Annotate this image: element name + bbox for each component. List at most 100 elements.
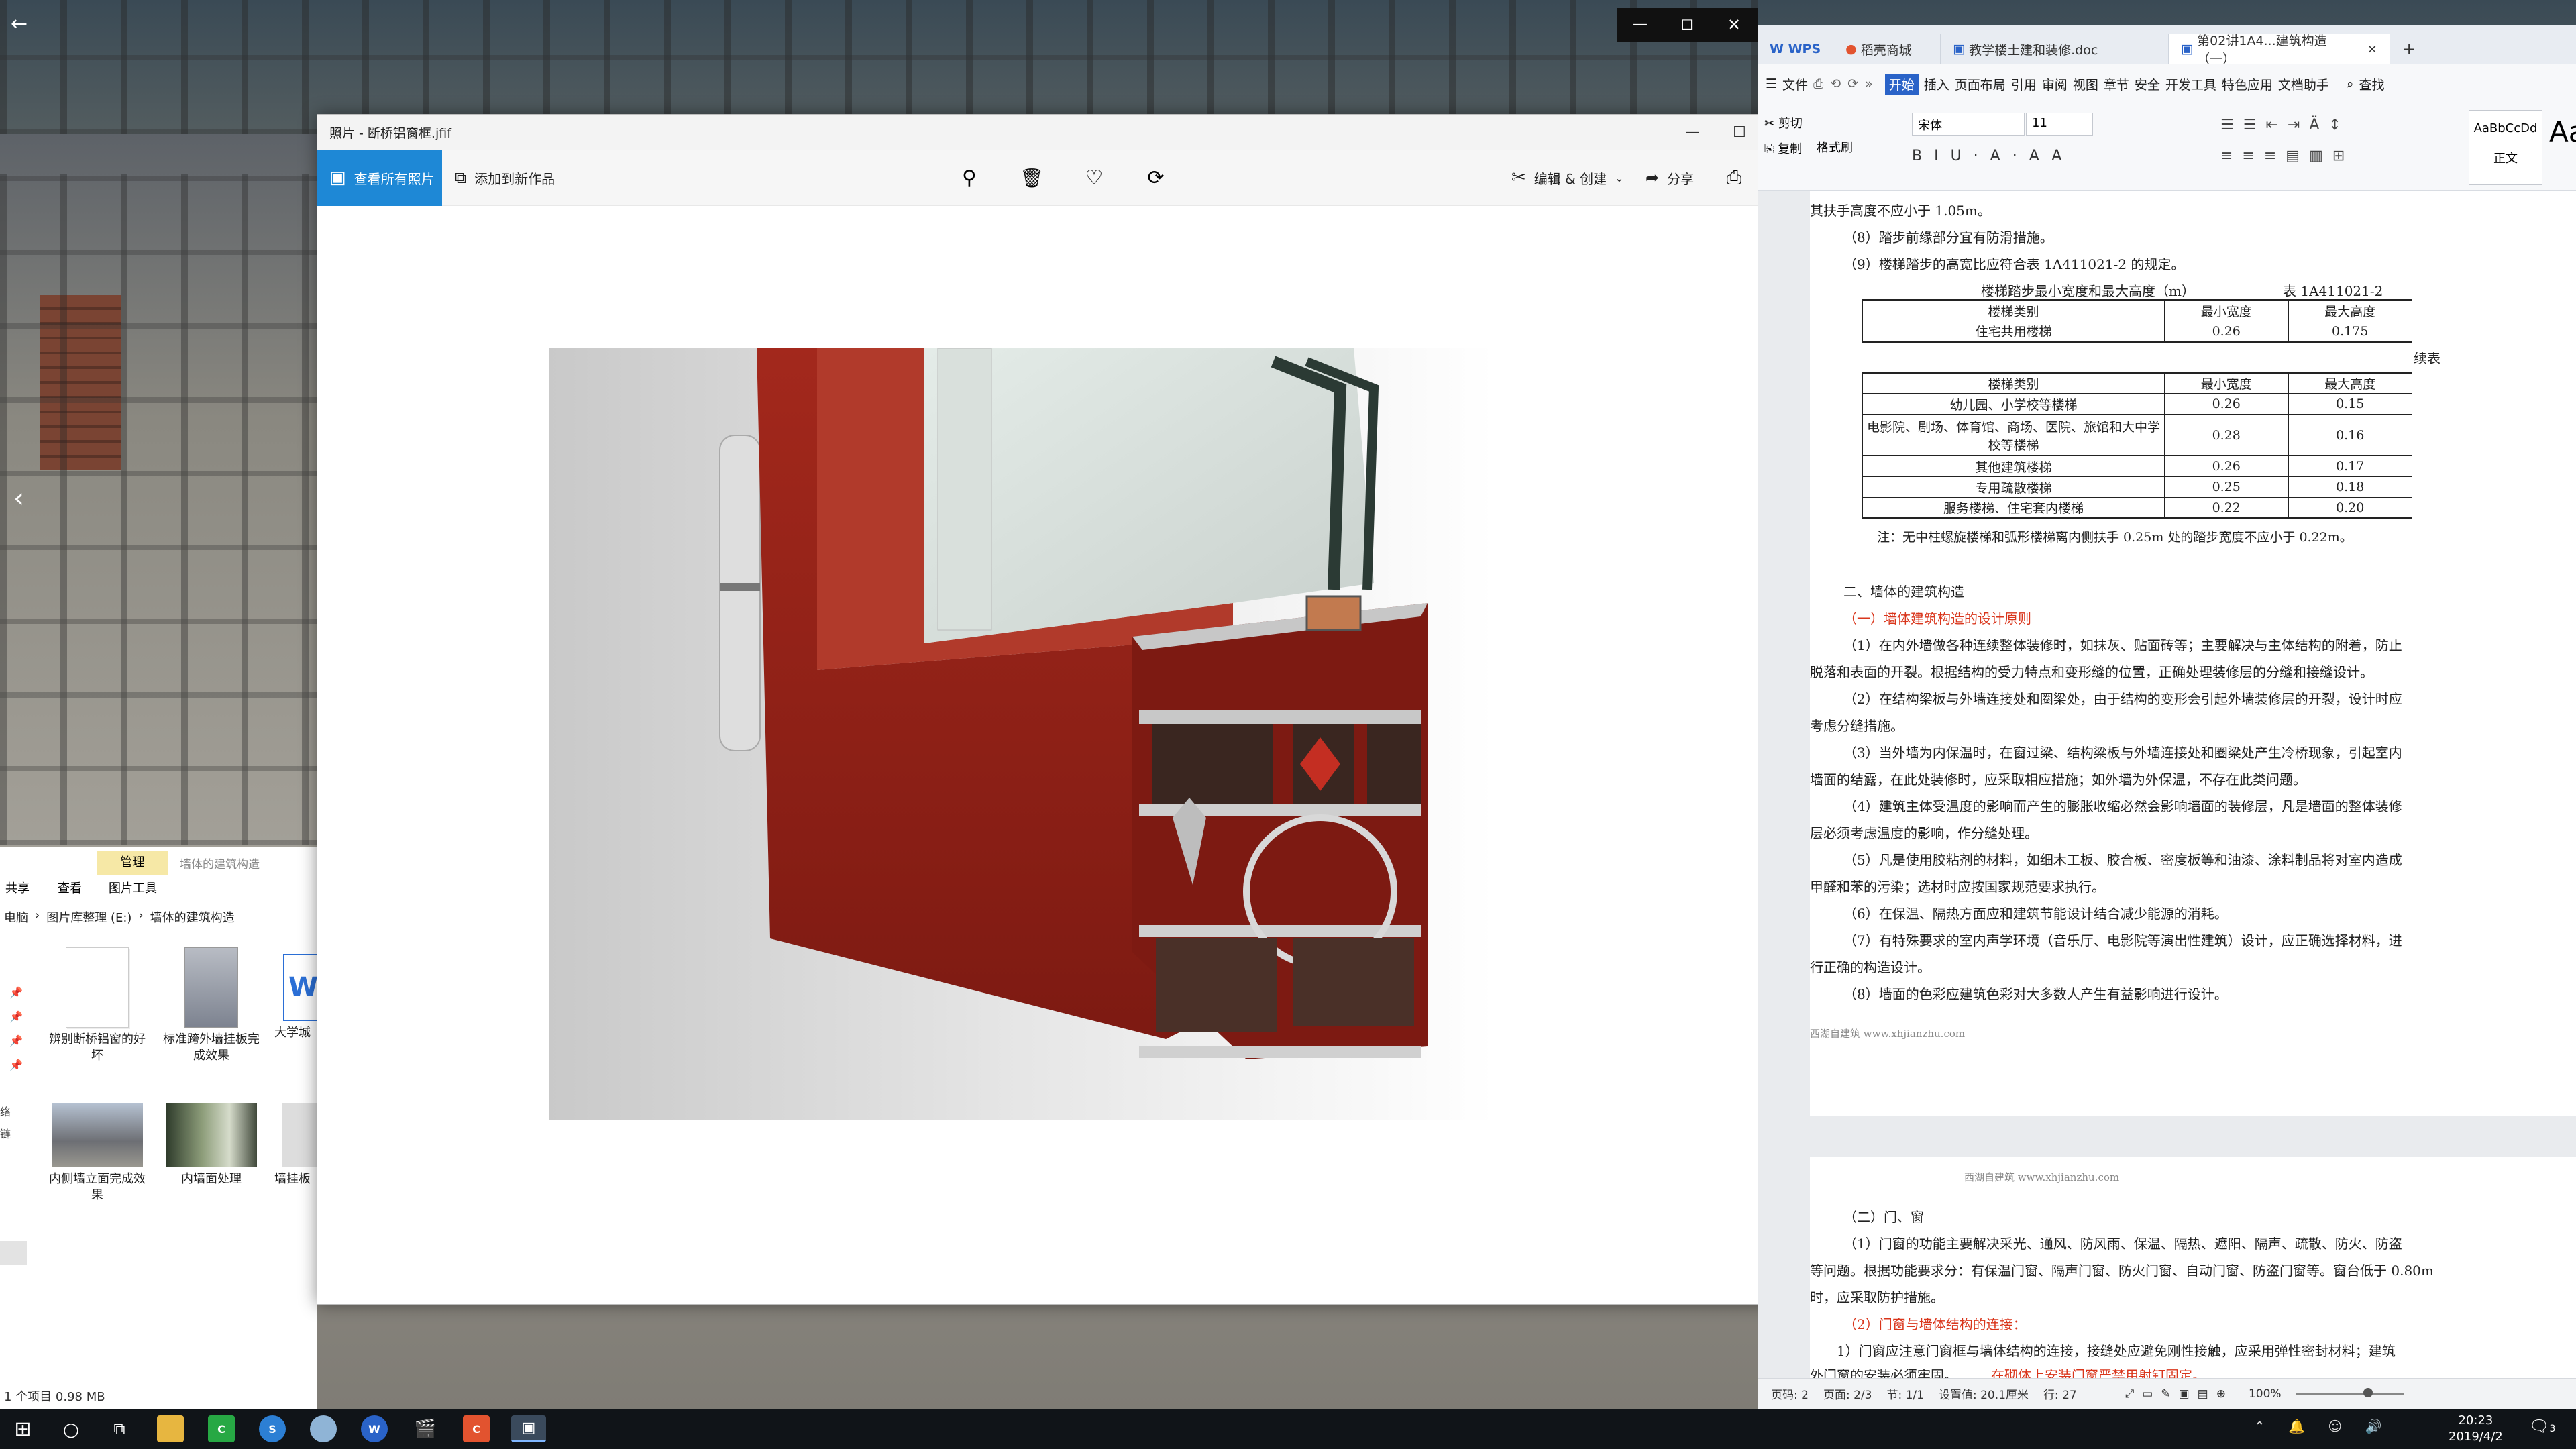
view-mode-icons[interactable]: ⤢▭✎▣▤⊕ [2125,1387,2234,1401]
breadcrumb[interactable]: 电脑 › 图片库整理 (E:) › 墙体的建筑构造 [4,908,235,926]
app-taskbar-icon[interactable] [310,1415,337,1442]
clock[interactable]: 20:23 2019/4/2 [2449,1413,2503,1445]
menu-section[interactable]: 章节 [2104,75,2129,93]
video-taskbar-icon[interactable]: 🎬 [412,1415,439,1442]
clipboard-group: ✂ 剪切 ⎘ 复制 [1764,111,1803,162]
breadcrumb-item[interactable]: 电脑 [4,908,28,926]
breadcrumb-item[interactable]: 图片库整理 (E:) [46,908,131,926]
tab-doc-active[interactable]: ▣ 第02讲1A4...建筑构造（一） × [2169,34,2391,66]
photo-toolbar: ▣ 查看所有照片 ⧉ 添加到新作品 ⚲ 🗑 ♡ ⟳ ✂ 编辑 & 创建 ⌄ ➦ … [317,150,1809,206]
add-to-creation-button[interactable]: ⧉ 添加到新作品 [455,150,555,206]
document-page: 西湖自建筑 www.xhjianzhu.com （二）门、窗 （1）门窗的功能主… [1810,1157,2576,1383]
list-item[interactable]: 内侧墙立面完成效果 [44,1103,151,1203]
font-name-select[interactable]: 宋体 [1912,113,2025,136]
cut-button[interactable]: ✂ 剪切 [1764,111,1803,137]
menu-file[interactable]: 文件 [1782,75,1808,93]
wps-spreadsheet-taskbar-icon[interactable]: C [208,1415,235,1442]
task-view-icon[interactable]: ⧉ [106,1415,133,1442]
document-canvas[interactable]: 其扶手高度不应小于 1.05m。 （8）踏步前缘部分宜有防滑措施。 （9）楼梯踏… [1758,191,2576,1383]
search-icon[interactable]: ○ [58,1415,85,1442]
tab-doc-teaching[interactable]: ▣ 教学楼土建和装修.doc [1941,34,2169,64]
menu-picture-tools[interactable]: 图片工具 [109,879,157,896]
rotate-icon[interactable]: ⟳ [1141,163,1171,193]
hamburger-icon[interactable]: ☰ [1766,76,1777,91]
menu-insert[interactable]: 插入 [1924,75,1949,93]
copy-button[interactable]: ⎘ 复制 [1764,137,1803,162]
minimize-button[interactable]: — [1669,115,1716,150]
stair-table-1: 楼梯类别 最小宽度 最大高度 住宅共用楼梯 0.26 0.175 [1862,299,2412,343]
font-size-select[interactable]: 11 [2026,113,2093,136]
file-explorer-window: 管理 墙体的建筑构造 共享 查看 图片工具 电脑 › 图片库整理 (E:) › 墙体… [0,847,317,1410]
gallery-icon: ▣ [329,168,346,188]
menu-view[interactable]: 视图 [2073,75,2098,93]
toolbar-quick-icons[interactable]: ⎙⟲⟳» [1813,76,1880,91]
paragraph-buttons[interactable]: ☰☰⇤⇥Ä↕ [2220,117,2351,133]
menu-assistant[interactable]: 文档助手 [2278,75,2329,93]
wps-logo-icon: W [1770,42,1788,56]
chevron-left-icon[interactable]: ‹ [13,483,24,514]
search-icon[interactable]: ⌕ [2347,76,2354,91]
photo-viewer-window: 照片 - 断桥铝窗框.jfif — ☐ ✕ ▣ 查看所有照片 ⧉ 添加到新作品 … [317,114,1809,1305]
ribbon-tab-manage[interactable]: 管理 [97,851,168,875]
photos-taskbar-icon[interactable]: ▣ [511,1415,546,1442]
store-icon: ● [1845,42,1861,56]
menu-reference[interactable]: 引用 [2011,75,2037,93]
menu-share[interactable]: 共享 [5,879,30,896]
breadcrumb-item[interactable]: 墙体的建筑构造 [150,908,235,926]
tab-store[interactable]: ● 稻壳商城 [1833,34,1941,64]
close-icon[interactable]: × [2367,42,2377,56]
list-item[interactable]: W 大学城 [268,947,317,1041]
zoom-in-icon[interactable]: ⚲ [955,163,984,193]
edit-icon: ✂ [1511,168,1526,188]
browser-taskbar-icon[interactable]: S [259,1415,286,1442]
tab-wps-home[interactable]: W WPS [1758,34,1834,64]
style-heading[interactable]: Aa [2549,115,2576,148]
list-item[interactable]: 内墙面处理 [158,1103,265,1187]
font-format-buttons[interactable]: BIU·A·AA [1912,148,2074,164]
style-normal[interactable]: AaBbCcDd 正文 [2469,110,2542,185]
menu-review[interactable]: 审阅 [2042,75,2068,93]
align-buttons[interactable]: ≡≡≡▤▥⊞ [2220,148,2354,164]
list-item[interactable]: 墙挂板 [268,1103,317,1187]
stair-table-2: 楼梯类别 最小宽度 最大高度 幼儿园、小学校等楼梯 0.26 0.15 电影院、剧场、体… [1862,372,2412,519]
edit-create-button[interactable]: ✂ 编辑 & 创建 ⌄ [1511,150,1624,206]
menu-layout[interactable]: 页面布局 [1955,75,2006,93]
menu-security[interactable]: 安全 [2135,75,2160,93]
table-row: 住宅共用楼梯 0.26 0.175 [1862,321,2412,342]
notification-icon[interactable]: 🗨3 [2529,1417,2555,1436]
format-painter-button[interactable]: 格式刷 [1817,138,1853,156]
tray-icons[interactable]: ⌃ 🔔 ☺ 🔊 [2254,1418,2391,1434]
menu-dev[interactable]: 开发工具 [2165,75,2216,93]
file-explorer-taskbar-icon[interactable] [157,1415,184,1442]
heart-icon[interactable]: ♡ [1079,163,1109,193]
menu-view[interactable]: 查看 [58,879,82,896]
delete-icon[interactable]: 🗑 [1017,163,1046,193]
image-icon [166,1103,257,1167]
list-item[interactable]: 标准跨外墙挂板完成效果 [158,947,265,1064]
print-icon[interactable]: ⎙ [1719,163,1749,193]
zoom-slider[interactable] [2296,1388,2404,1397]
chevron-down-icon: ⌄ [1615,171,1624,184]
pin-icons: 📌 📌 📌 📌 [9,986,23,1071]
search-button[interactable]: 查找 [2359,75,2385,93]
wps-writer-taskbar-icon[interactable]: W [361,1415,388,1442]
zoom-level[interactable]: 100% [2249,1387,2282,1401]
add-creation-icon: ⧉ [455,168,467,187]
maximize-button[interactable]: ☐ [1716,115,1763,150]
table-row: 其他建筑楼梯 0.26 0.17 [1862,455,2412,477]
page-footer: 西湖自建筑 www.xhjianzhu.com [1810,1028,1966,1040]
wps-presentation-taskbar-icon[interactable]: C [463,1415,490,1442]
list-item[interactable]: 辨别断桥铝窗的好坏 [44,947,151,1064]
menu-home[interactable]: 开始 [1884,73,1919,95]
new-tab-button[interactable]: + [2390,34,2428,64]
see-all-photos-button[interactable]: ▣ 查看所有照片 [317,150,442,206]
wps-tab-bar: W WPS ● 稻壳商城 ▣ 教学楼土建和装修.doc ▣ 第02讲1A4...… [1758,25,2576,66]
maximize-button[interactable]: ☐ [1664,8,1711,42]
menu-features[interactable]: 特色应用 [2222,75,2273,93]
close-button[interactable]: ✕ [1711,8,1758,42]
share-button[interactable]: ➦ 分享 [1646,150,1694,206]
table-row: 服务楼梯、住宅套内楼梯 0.22 0.20 [1862,497,2412,519]
minimize-button[interactable]: — [1617,8,1664,42]
start-icon[interactable]: ⊞ [9,1415,36,1442]
back-arrow-icon[interactable]: ← [11,11,38,38]
